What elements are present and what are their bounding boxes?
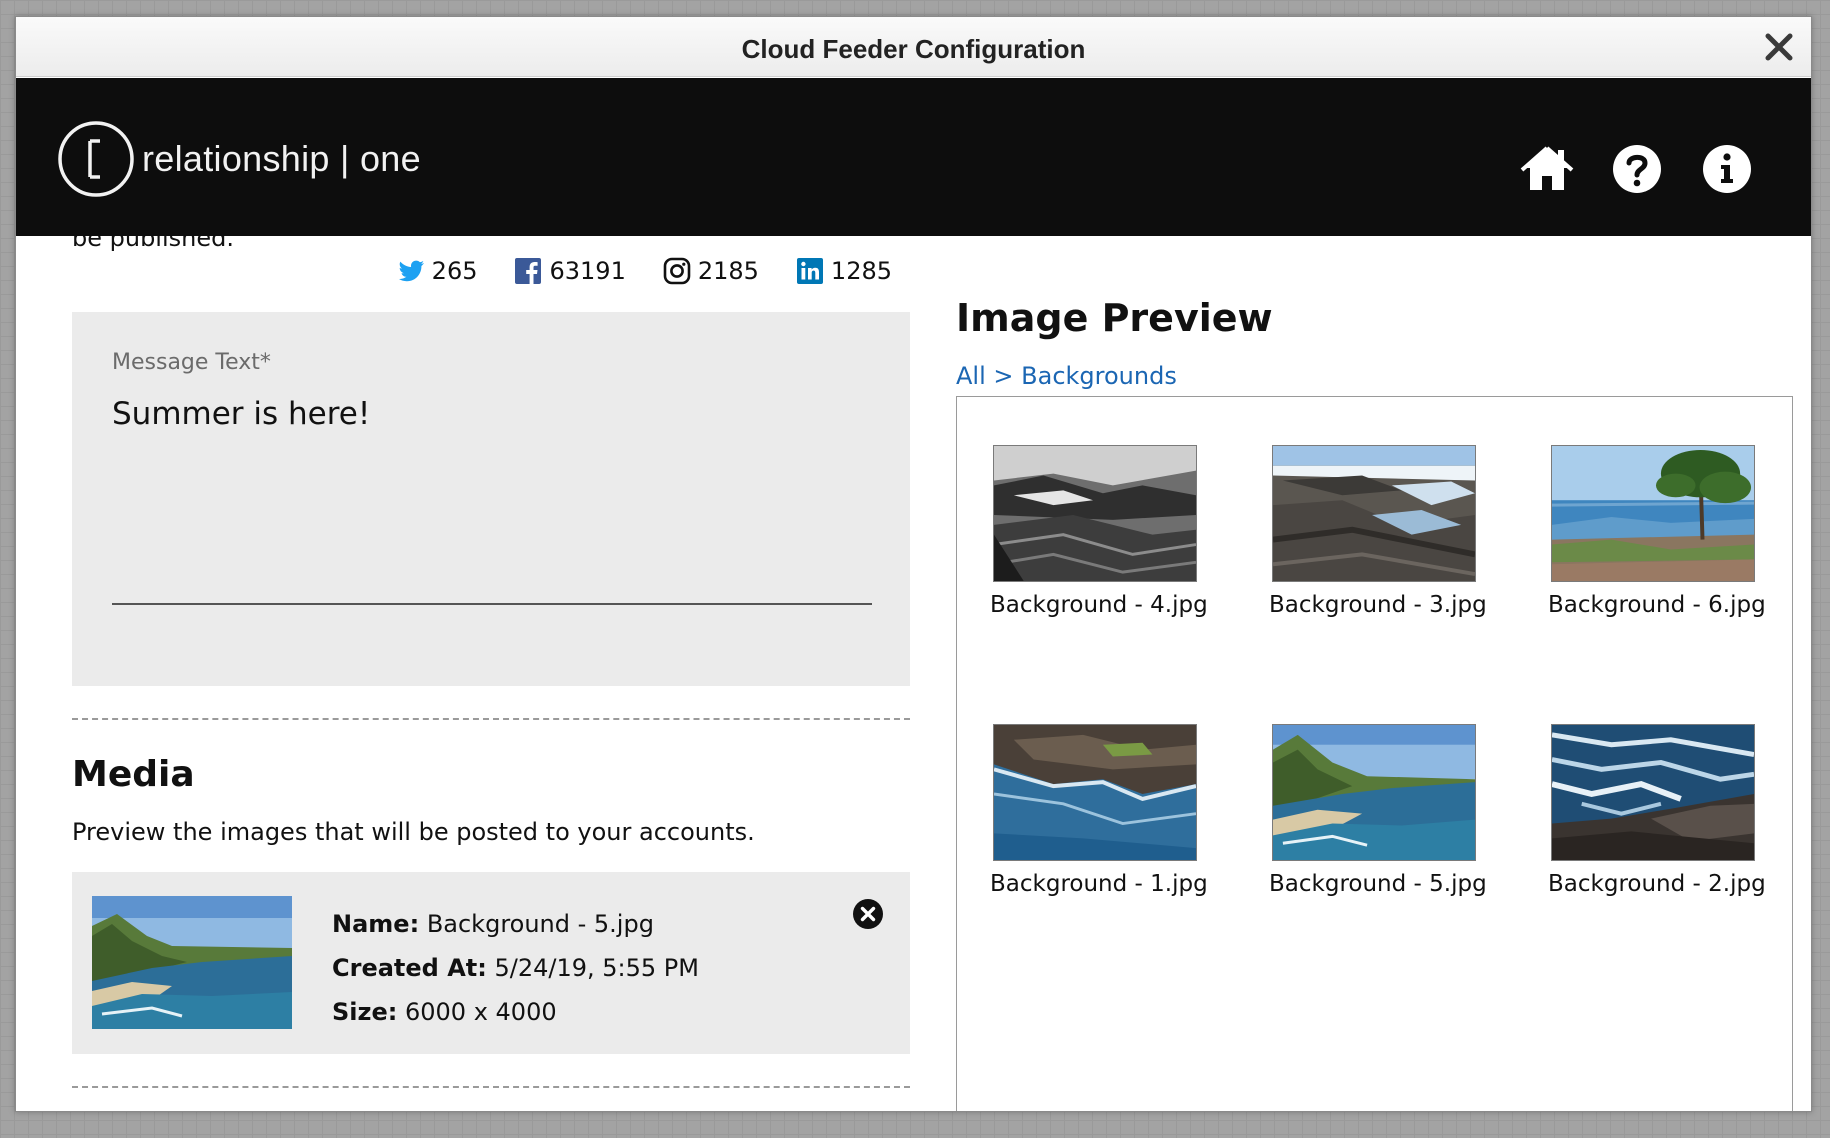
dialog-titlebar: Cloud Feeder Configuration xyxy=(16,17,1811,77)
close-icon[interactable] xyxy=(1763,31,1795,63)
image-name: Background - 2.jpg xyxy=(1548,871,1766,897)
selected-media-meta: Name: Background - 5.jpg Created At: 5/2… xyxy=(332,902,699,1034)
section-divider xyxy=(72,718,910,720)
facebook-count-value: 63191 xyxy=(549,257,626,285)
image-thumbnail[interactable] xyxy=(993,445,1197,582)
image-thumbnail[interactable] xyxy=(1551,445,1755,582)
gallery-item[interactable]: Background - 1.jpg xyxy=(990,724,1208,897)
name-label: Name: xyxy=(332,910,420,938)
twitter-count-value: 265 xyxy=(431,257,478,285)
image-thumbnail[interactable] xyxy=(1272,724,1476,861)
linkedin-icon xyxy=(796,258,823,284)
configuration-dialog: Cloud Feeder Configuration relationship … xyxy=(15,16,1812,1112)
message-field[interactable]: Message Text* Summer is here! xyxy=(72,312,910,686)
relationship-one-logo: relationship | one xyxy=(56,119,421,199)
media-title: Media xyxy=(72,754,195,795)
linkedin-count: 1285 xyxy=(795,256,892,286)
remove-media-icon[interactable] xyxy=(852,898,884,930)
app-header: relationship | one xyxy=(16,78,1811,236)
instagram-icon xyxy=(663,257,691,285)
facebook-count: 63191 xyxy=(513,256,626,286)
size-value: 6000 x 4000 xyxy=(405,998,557,1026)
name-value: Background - 5.jpg xyxy=(426,910,654,938)
selected-media-card: Name: Background - 5.jpg Created At: 5/2… xyxy=(72,872,910,1054)
image-name: Background - 3.jpg xyxy=(1269,592,1487,618)
image-name: Background - 1.jpg xyxy=(990,871,1208,897)
size-label: Size: xyxy=(332,998,398,1026)
instruction-text: be published. xyxy=(72,236,234,252)
dialog-title: Cloud Feeder Configuration xyxy=(741,34,1086,64)
media-description: Preview the images that will be posted t… xyxy=(72,818,755,846)
breadcrumb-separator: > xyxy=(993,362,1014,390)
instagram-count-value: 2185 xyxy=(697,257,759,285)
created-label: Created At: xyxy=(332,954,487,982)
twitter-count: 265 xyxy=(396,256,478,286)
image-thumbnail[interactable] xyxy=(1272,445,1476,582)
message-input[interactable]: Summer is here! xyxy=(112,396,370,432)
image-name: Background - 4.jpg xyxy=(990,592,1208,618)
twitter-icon xyxy=(398,260,424,282)
image-thumbnail[interactable] xyxy=(993,724,1197,861)
facebook-icon xyxy=(515,258,542,284)
created-value: 5/24/19, 5:55 PM xyxy=(494,954,699,982)
info-icon[interactable] xyxy=(1700,144,1754,194)
selected-media-thumbnail xyxy=(92,896,292,1029)
gallery-item[interactable]: Background - 5.jpg xyxy=(1269,724,1487,897)
social-counts: 265 63191 2185 1285 xyxy=(396,256,892,286)
image-name: Background - 6.jpg xyxy=(1548,592,1766,618)
gallery-item[interactable]: Background - 6.jpg xyxy=(1548,445,1766,618)
image-gallery: Background - 4.jpg Background - 3.jpg Ba… xyxy=(956,396,1793,1111)
instagram-count: 2185 xyxy=(662,256,759,286)
gallery-item[interactable]: Background - 3.jpg xyxy=(1269,445,1487,618)
image-thumbnail[interactable] xyxy=(1551,724,1755,861)
image-name: Background - 5.jpg xyxy=(1269,871,1487,897)
breadcrumb-backgrounds[interactable]: Backgrounds xyxy=(1021,362,1177,390)
linkedin-count-value: 1285 xyxy=(830,257,892,285)
gallery-item[interactable]: Background - 4.jpg xyxy=(990,445,1208,618)
gallery-item[interactable]: Background - 2.jpg xyxy=(1548,724,1766,897)
message-underline xyxy=(112,603,872,605)
image-preview-title: Image Preview xyxy=(956,296,1273,340)
breadcrumb: All > Backgrounds xyxy=(956,362,1177,390)
logo-mark-icon xyxy=(58,121,134,197)
compose-panel: be published. 265 63191 2185 1285 Messag… xyxy=(56,236,912,1111)
home-icon[interactable] xyxy=(1520,144,1574,194)
help-icon[interactable] xyxy=(1610,144,1664,194)
image-preview-panel: Image Preview All > Backgrounds Backgrou… xyxy=(936,236,1811,1111)
breadcrumb-all[interactable]: All xyxy=(956,362,986,390)
section-divider xyxy=(72,1086,910,1088)
message-label: Message Text* xyxy=(112,350,271,375)
logo-text: relationship | one xyxy=(142,138,421,179)
